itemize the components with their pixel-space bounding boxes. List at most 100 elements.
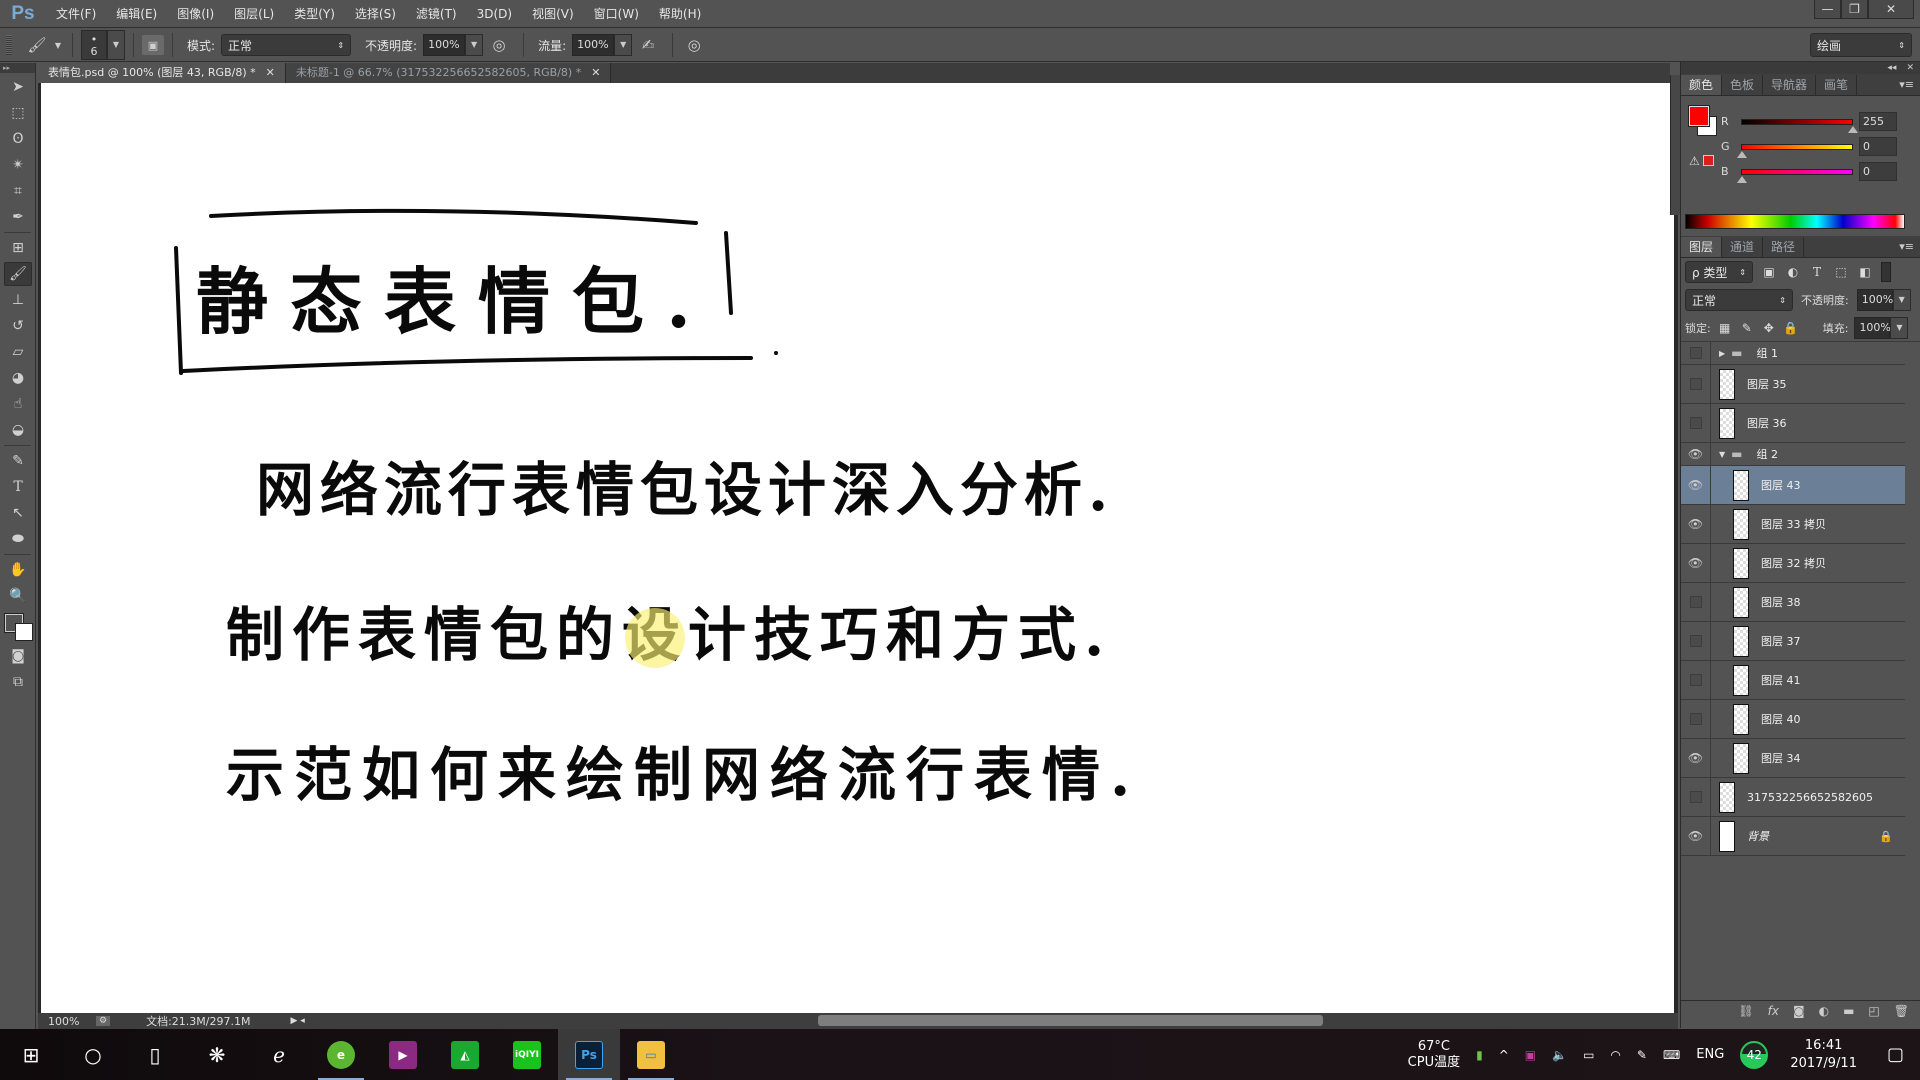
dodge-tool-icon[interactable]: ◒ [4,418,32,442]
red-value-input[interactable]: 255 [1859,112,1897,131]
adjustment-filter-icon[interactable]: ◐ [1785,265,1801,279]
fill-dropdown[interactable]: ▼ [1890,316,1909,339]
screen-mode-icon[interactable]: ⧉ [4,670,32,694]
green-slider-track[interactable] [1737,143,1853,158]
visibility-toggle[interactable]: 👁 [1681,466,1711,504]
collapse-panels-icon[interactable]: ◂◂ [1887,63,1896,73]
collapse-arrow-icon[interactable]: ▼ [1719,450,1725,459]
ellipse-tool-icon[interactable]: ⬬ [4,527,32,551]
collapsed-panel-dock[interactable] [1670,75,1680,215]
menu-3d[interactable]: 3D(D) [467,7,522,21]
panel-collapse-icon[interactable]: ▸▸ [0,63,35,73]
fill-input[interactable]: 100% [1854,316,1891,339]
close-icon[interactable]: ✕ [266,63,275,83]
quick-mask-icon[interactable]: ◙ [4,644,32,668]
layer-row[interactable]: 👁 背景 🔒 [1681,817,1905,856]
menu-edit[interactable]: 编辑(E) [106,5,167,22]
smudge-tool-icon[interactable]: ☝ [4,392,32,416]
chevron-down-icon[interactable]: ▼ [52,41,64,50]
status-menu-arrow[interactable]: ▶ ◂ [290,1016,304,1026]
tab-channels[interactable]: 通道 [1722,237,1764,257]
wifi-icon[interactable]: ◠ [1602,1048,1628,1062]
history-brush-tool-icon[interactable]: ↺ [4,314,32,338]
layer-row[interactable]: 图层 37 [1681,622,1905,661]
pixel-filter-icon[interactable]: ▣ [1761,265,1777,279]
crop-tool-icon[interactable]: ⌗ [4,179,32,203]
delete-layer-icon[interactable]: 🗑 [1894,1004,1909,1018]
new-layer-icon[interactable]: ◰ [1868,1004,1879,1018]
menu-filter[interactable]: 滤镜(T) [406,5,467,22]
web-safe-swatch[interactable] [1703,155,1714,166]
brush-panel-toggle-icon[interactable]: ▣ [142,35,164,55]
green-value-input[interactable]: 0 [1859,137,1897,156]
close-button[interactable]: ✕ [1868,0,1914,19]
taskbar-ie-icon[interactable]: ℯ [248,1029,310,1080]
menu-layer[interactable]: 图层(L) [224,5,284,22]
visibility-toggle[interactable] [1681,622,1711,660]
language-indicator[interactable]: ENG [1688,1047,1732,1062]
eraser-tool-icon[interactable]: ▱ [4,340,32,364]
tab-navigator[interactable]: 导航器 [1763,75,1817,95]
battery-icon[interactable]: ▭ [1575,1048,1602,1062]
blue-value-input[interactable]: 0 [1859,162,1897,181]
color-spectrum[interactable] [1685,214,1905,229]
layer-opacity-input[interactable]: 100% [1856,289,1893,311]
brush-preset-icon[interactable]: 🖌 [22,36,52,54]
flow-input[interactable]: 100% [572,34,615,56]
layer-row[interactable]: 👁 图层 32 拷贝 [1681,544,1905,583]
tab-paths[interactable]: 路径 [1763,237,1805,257]
cpu-temperature[interactable]: 67°C CPU温度 [1400,1039,1468,1071]
brush-tool-icon[interactable]: 🖌 [4,262,32,286]
layer-row[interactable]: 图层 36 [1681,404,1905,443]
recorder-tray-icon[interactable]: ▣ [1517,1048,1544,1062]
paint-bucket-tool-icon[interactable]: ◕ [4,366,32,390]
usb-icon[interactable]: ▮ [1468,1048,1491,1062]
tab-layers[interactable]: 图层 [1681,237,1723,257]
keyboard-icon[interactable]: ⌨ [1655,1048,1688,1062]
layer-group-row[interactable]: ▶ ▬ 组 1 [1681,342,1905,365]
tab-color[interactable]: 颜色 [1681,75,1723,95]
menu-select[interactable]: 选择(S) [345,5,406,22]
visibility-toggle[interactable]: 👁 [1681,505,1711,543]
shape-filter-icon[interactable]: ⬚ [1833,265,1849,279]
lock-all-icon[interactable]: 🔒 [1783,321,1799,335]
action-center-icon[interactable]: ▢ [1871,1044,1920,1065]
taskbar-video-recorder-icon[interactable]: ▶ [372,1029,434,1080]
layer-row[interactable]: 图层 38 [1681,583,1905,622]
restore-button[interactable]: ❐ [1841,0,1868,19]
blue-slider-track[interactable] [1737,168,1853,183]
link-layers-icon[interactable]: ⛓ [1738,1004,1753,1018]
visibility-toggle[interactable] [1681,583,1711,621]
green-slider-thumb[interactable] [1737,150,1747,158]
visibility-toggle[interactable] [1681,404,1711,442]
volume-icon[interactable]: 🔈 [1544,1048,1575,1062]
lasso-tool-icon[interactable]: ʘ [4,127,32,151]
panel-menu-icon[interactable]: ▾≡ [1893,75,1920,95]
document-canvas[interactable]: 静态表情包. 网络流行表情包设计深入分析. 制作表情包的设计技巧和方式. 示范如… [41,83,1674,1013]
visibility-toggle[interactable] [1681,661,1711,699]
menu-file[interactable]: 文件(F) [46,5,106,22]
layer-filter-select[interactable]: ρ 类型 ⇕ [1685,261,1753,283]
filter-toggle[interactable] [1881,262,1891,282]
menu-window[interactable]: 窗口(W) [584,5,649,22]
layer-row[interactable]: 图层 40 [1681,700,1905,739]
hand-tool-icon[interactable]: ✋ [4,558,32,582]
show-hidden-icons-icon[interactable]: ^ [1491,1048,1517,1062]
pen-tool-icon[interactable]: ✎ [4,449,32,473]
visibility-toggle[interactable]: 👁 [1681,739,1711,777]
airbrush-icon[interactable]: ✍ [632,36,664,54]
visibility-toggle[interactable] [1681,700,1711,738]
tab-brush[interactable]: 画笔 [1816,75,1858,95]
layer-row[interactable]: 👁 图层 43 [1681,466,1905,505]
healing-brush-tool-icon[interactable]: ⊞ [4,236,32,260]
red-slider-track[interactable] [1741,118,1858,133]
menu-image[interactable]: 图像(I) [167,5,224,22]
layer-opacity-dropdown[interactable]: ▼ [1892,289,1911,311]
tab-swatches[interactable]: 色板 [1722,75,1764,95]
close-panels-icon[interactable]: ✕ [1906,63,1914,73]
horizontal-scrollbar[interactable] [818,1015,1323,1026]
layer-row[interactable]: 317532256652582605 [1681,778,1905,817]
flow-dropdown[interactable]: ▼ [614,34,633,56]
opacity-input[interactable]: 100% [423,34,466,56]
marquee-tool-icon[interactable]: ⬚ [4,101,32,125]
